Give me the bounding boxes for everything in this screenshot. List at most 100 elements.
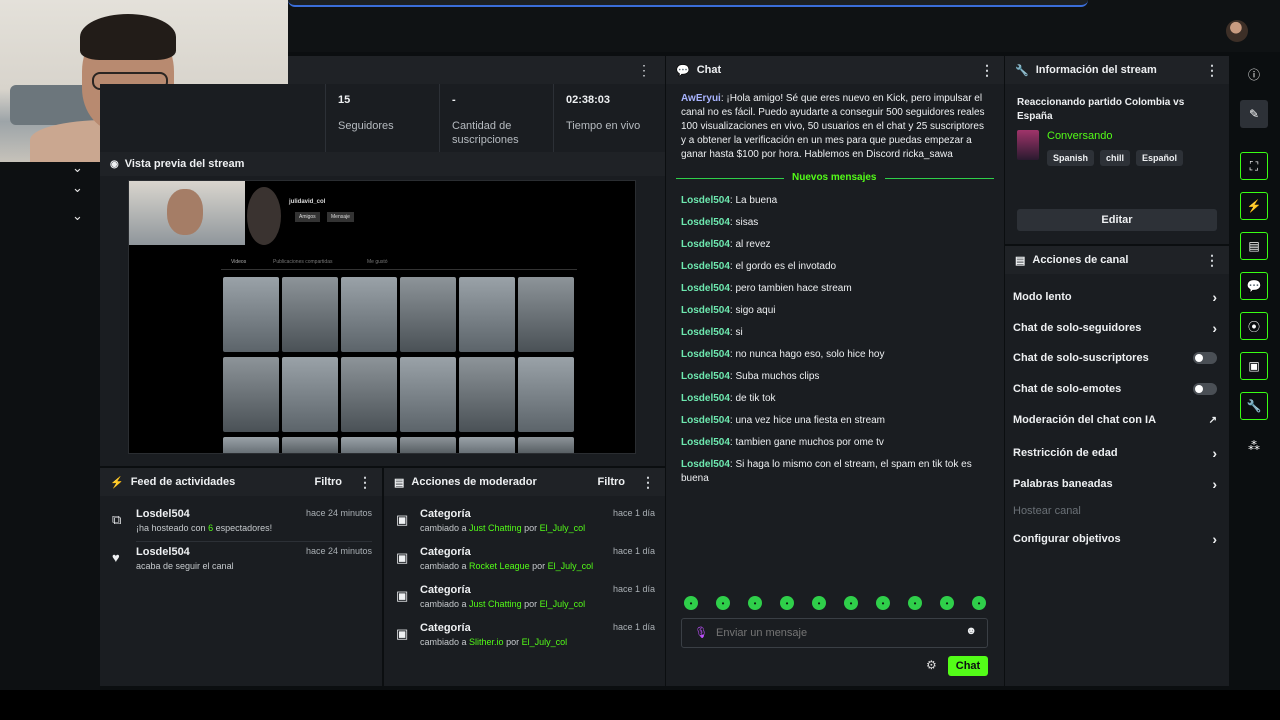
- chevron-down-icon[interactable]: ⌄: [72, 180, 83, 196]
- emote-icon[interactable]: •: [684, 596, 698, 610]
- mod-item-text: cambiado a Just Chatting por El_July_col: [420, 599, 586, 609]
- mod-item: ▣ Categoría cambiado a Just Chatting por…: [396, 584, 655, 609]
- activity-feed-title: Feed de actividades: [130, 476, 236, 488]
- mod-item-time: hace 1 día: [612, 584, 655, 594]
- browser-top-strip: [288, 0, 1280, 52]
- preview-thumbnail: [282, 277, 338, 352]
- preview-follow: Amigos: [295, 212, 320, 222]
- microphone-icon[interactable]: 🎙: [694, 626, 708, 639]
- feed-filter-button[interactable]: Filtro: [315, 476, 343, 488]
- preview-thumbnail: [459, 357, 515, 432]
- chat-icon[interactable]: 💬: [1240, 272, 1268, 300]
- mod-item-time: hace 1 día: [612, 546, 655, 556]
- subscribers-only-toggle[interactable]: [1193, 352, 1217, 364]
- preview-thumbnail: [282, 357, 338, 432]
- feed-item: ♥ Losdel504 acaba de seguir el canal hac…: [112, 546, 372, 571]
- preview-title: Vista previa del stream: [124, 158, 245, 170]
- action-subscribers-only: Chat de solo-suscriptores: [1013, 352, 1217, 364]
- category-icon: ▣: [396, 588, 409, 603]
- chat-input[interactable]: [716, 624, 956, 642]
- feed-time: hace 24 minutos: [305, 546, 372, 556]
- chevron-down-icon[interactable]: ⌄: [72, 208, 83, 224]
- stat-label: Seguidores: [338, 120, 394, 132]
- mod-item: ▣ Categoría cambiado a Just Chatting por…: [396, 508, 655, 533]
- action-host-channel: Hostear canal: [1013, 505, 1081, 517]
- screen-capture-icon[interactable]: ⛶: [1240, 152, 1268, 180]
- preview-tab: Videos: [231, 259, 247, 265]
- action-ai-moderation[interactable]: Moderación del chat con IA ↗: [1013, 414, 1217, 426]
- chat-message: Losdel504: sigo aqui: [681, 305, 776, 316]
- user-avatar[interactable]: [1226, 20, 1248, 42]
- new-messages-label: Nuevos mensajes: [784, 172, 885, 183]
- chat-send-button[interactable]: Chat: [948, 656, 988, 676]
- stream-preview-video[interactable]: julidavid_col Amigos Mensaje Videos Publ…: [128, 180, 636, 454]
- stream-tag: Spanish: [1047, 150, 1095, 166]
- emoji-icon[interactable]: ☻: [965, 625, 977, 637]
- mod-item-time: hace 1 día: [612, 508, 655, 518]
- host-icon: ⧉: [112, 512, 122, 527]
- browser-address-bar[interactable]: [288, 0, 1088, 7]
- edit-button[interactable]: Editar: [1017, 209, 1217, 231]
- preview-thumbnail: [341, 277, 397, 352]
- info-icon[interactable]: ⓘ: [1240, 60, 1268, 88]
- preview-webcam: [129, 181, 245, 245]
- channel-actions-menu-icon[interactable]: ⋮: [1205, 252, 1219, 269]
- feed-divider: [136, 541, 372, 542]
- emote-icon[interactable]: •: [908, 596, 922, 610]
- preview-thumbnail: [518, 277, 574, 352]
- stat-value: 15: [338, 94, 351, 106]
- lightning-icon[interactable]: ⚡: [1240, 192, 1268, 220]
- emote-icon[interactable]: •: [844, 596, 858, 610]
- wrench-icon[interactable]: 🔧: [1240, 392, 1268, 420]
- emote-icon[interactable]: •: [876, 596, 890, 610]
- apps-icon[interactable]: ⁂: [1240, 432, 1268, 460]
- chat-message: Losdel504: tambien gane muchos por ome t…: [681, 437, 884, 448]
- action-banned-words[interactable]: Palabras baneadas ›: [1013, 476, 1217, 492]
- preview-webcam-face: [167, 189, 203, 235]
- action-configure-goals[interactable]: Configurar objetivos ›: [1013, 531, 1217, 547]
- emotes-only-toggle[interactable]: [1193, 383, 1217, 395]
- stat-followers: 15 Seguidores: [325, 84, 439, 152]
- stream-tag: chill: [1100, 150, 1131, 166]
- feed-time: hace 24 minutos: [305, 508, 372, 518]
- action-followers-only[interactable]: Chat de solo-seguidores ›: [1013, 320, 1217, 336]
- stream-title: Reaccionando partido Colombia vs España: [1017, 97, 1185, 122]
- bottom-bar: [0, 690, 1280, 720]
- chevron-right-icon: ›: [1212, 320, 1217, 336]
- preview-header: ◉ Vista previa del stream: [100, 152, 665, 176]
- document-icon[interactable]: ▤: [1240, 232, 1268, 260]
- emote-icon[interactable]: •: [748, 596, 762, 610]
- channel-actions-panel: ▤ Acciones de canal ⋮ Modo lento › Chat d…: [1005, 246, 1229, 686]
- action-age-restriction[interactable]: Restricción de edad ›: [1013, 445, 1217, 461]
- preview-thumbnail: [223, 357, 279, 432]
- preview-thumbnail: [400, 437, 456, 453]
- chat-menu-icon[interactable]: ⋮: [980, 62, 994, 79]
- emote-icon[interactable]: •: [716, 596, 730, 610]
- stats-menu-icon[interactable]: ⋮: [637, 62, 651, 79]
- stream-tag: Español: [1136, 150, 1184, 166]
- feed-text: ¡ha hosteado con 6 espectadores!: [136, 523, 273, 533]
- channel-actions-header: ▤ Acciones de canal ⋮: [1005, 246, 1229, 274]
- stream-info-title: Información del stream: [1035, 64, 1157, 76]
- emote-icon[interactable]: •: [812, 596, 826, 610]
- emote-icon[interactable]: •: [940, 596, 954, 610]
- chevron-down-icon[interactable]: ⌄: [72, 160, 83, 176]
- stream-category[interactable]: Conversando: [1047, 130, 1112, 142]
- stat-value: -: [452, 94, 456, 106]
- settings-gear-icon[interactable]: ⚙: [926, 658, 937, 672]
- broadcast-icon[interactable]: ⦿: [1240, 312, 1268, 340]
- stream-stats: 15 Seguidores - Cantidad de suscripcione…: [100, 84, 665, 152]
- stat-label: Tiempo en vivo: [566, 120, 641, 132]
- mod-menu-icon[interactable]: ⋮: [641, 474, 655, 491]
- webcam-person-hair: [80, 14, 176, 60]
- chat-input-box[interactable]: 🎙 ☻: [681, 618, 988, 648]
- emote-icon[interactable]: •: [780, 596, 794, 610]
- emote-icon[interactable]: •: [972, 596, 986, 610]
- pencil-icon[interactable]: ✎: [1240, 100, 1268, 128]
- action-slow-mode[interactable]: Modo lento ›: [1013, 289, 1217, 305]
- feed-menu-icon[interactable]: ⋮: [358, 474, 372, 491]
- user-card-icon[interactable]: ▣: [1240, 352, 1268, 380]
- stream-info-menu-icon[interactable]: ⋮: [1205, 62, 1219, 79]
- preview-message: Mensaje: [327, 212, 354, 222]
- mod-filter-button[interactable]: Filtro: [598, 476, 626, 488]
